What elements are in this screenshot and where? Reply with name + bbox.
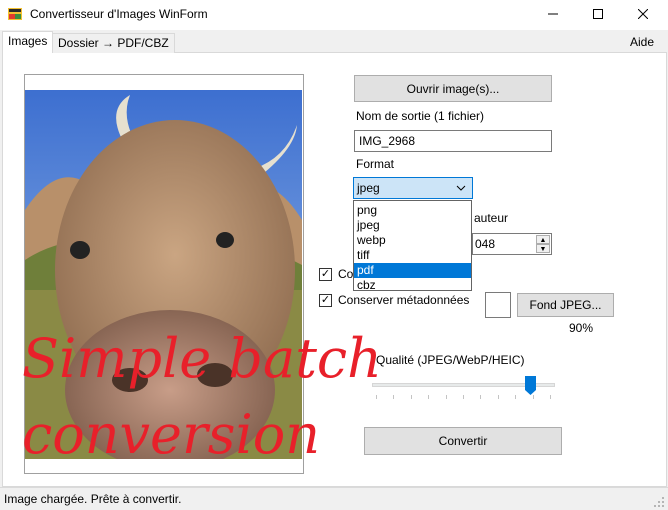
format-option-pdf[interactable]: pdf — [354, 263, 471, 278]
convert-button[interactable]: Convertir — [364, 427, 562, 455]
slider-tick — [445, 395, 447, 399]
app-icon — [8, 8, 22, 20]
format-option-webp[interactable]: webp — [354, 233, 471, 248]
format-dropdown-list[interactable]: png jpeg webp tiff pdf cbz — [353, 200, 472, 293]
jpeg-background-button[interactable]: Fond JPEG... — [517, 293, 614, 317]
format-select[interactable]: jpeg — [353, 177, 473, 199]
overlay-caption-line-2: conversion — [22, 403, 321, 466]
output-name-label: Nom de sortie (1 fichier) — [356, 109, 485, 123]
format-label: Format — [356, 157, 395, 171]
quality-value: 90% — [569, 321, 594, 335]
height-value: 048 — [475, 237, 496, 251]
slider-tick — [410, 395, 412, 399]
slider-tick — [376, 395, 377, 399]
maximize-icon — [593, 8, 603, 22]
checkbox-option-1-label: Co — [338, 267, 354, 281]
tab-folder-to-pdf-cbz[interactable]: Dossier → PDF/CBZ — [52, 33, 175, 53]
checkmark-icon: ✓ — [320, 268, 331, 280]
format-option-cbz[interactable]: cbz — [354, 278, 471, 293]
overlay-caption-line-1: Simple batch — [22, 327, 382, 390]
format-select-value: jpeg — [357, 181, 380, 195]
window-title: Convertisseur d'Images WinForm — [30, 7, 208, 21]
size-grip-icon[interactable] — [654, 496, 664, 507]
close-button[interactable] — [620, 0, 666, 30]
status-text: Image chargée. Prête à convertir. — [4, 492, 182, 506]
chevron-down-icon — [456, 181, 466, 198]
keep-metadata-label: Conserver métadonnées — [338, 293, 470, 307]
slider-tick — [428, 395, 430, 399]
minimize-button[interactable] — [530, 0, 576, 30]
output-name-input[interactable]: IMG_2968 — [354, 130, 552, 152]
format-option-tiff[interactable]: tiff — [354, 248, 471, 263]
open-images-button[interactable]: Ouvrir image(s)... — [354, 75, 552, 102]
maximize-button[interactable] — [575, 0, 621, 30]
slider-tick — [532, 395, 534, 399]
height-label: auteur — [474, 211, 509, 225]
slider-tick — [393, 395, 395, 399]
slider-tick — [480, 395, 482, 399]
format-option-png[interactable]: png — [354, 203, 471, 218]
quality-label: Qualité (JPEG/WebP/HEIC) — [376, 353, 525, 367]
help-menu[interactable]: Aide — [630, 35, 654, 49]
spin-down-icon[interactable]: ▼ — [536, 244, 550, 253]
slider-tick — [515, 395, 517, 399]
checkmark-icon: ✓ — [320, 294, 331, 306]
spin-up-icon[interactable]: ▲ — [536, 235, 550, 244]
keep-metadata-checkbox[interactable]: ✓ — [319, 294, 332, 307]
slider-tick — [550, 395, 551, 399]
jpeg-background-color-swatch[interactable] — [485, 292, 511, 318]
close-icon — [637, 8, 649, 22]
slider-tick — [463, 395, 464, 399]
status-separator — [0, 487, 668, 488]
slider-tick — [497, 395, 499, 399]
checkbox-option-1[interactable]: ✓ — [319, 268, 332, 281]
minimize-icon — [548, 8, 558, 22]
height-stepper[interactable]: ▲ ▼ — [536, 235, 550, 253]
tab-images[interactable]: Images — [2, 31, 54, 53]
quality-slider-thumb[interactable] — [525, 376, 536, 395]
format-option-jpeg[interactable]: jpeg — [354, 218, 471, 233]
